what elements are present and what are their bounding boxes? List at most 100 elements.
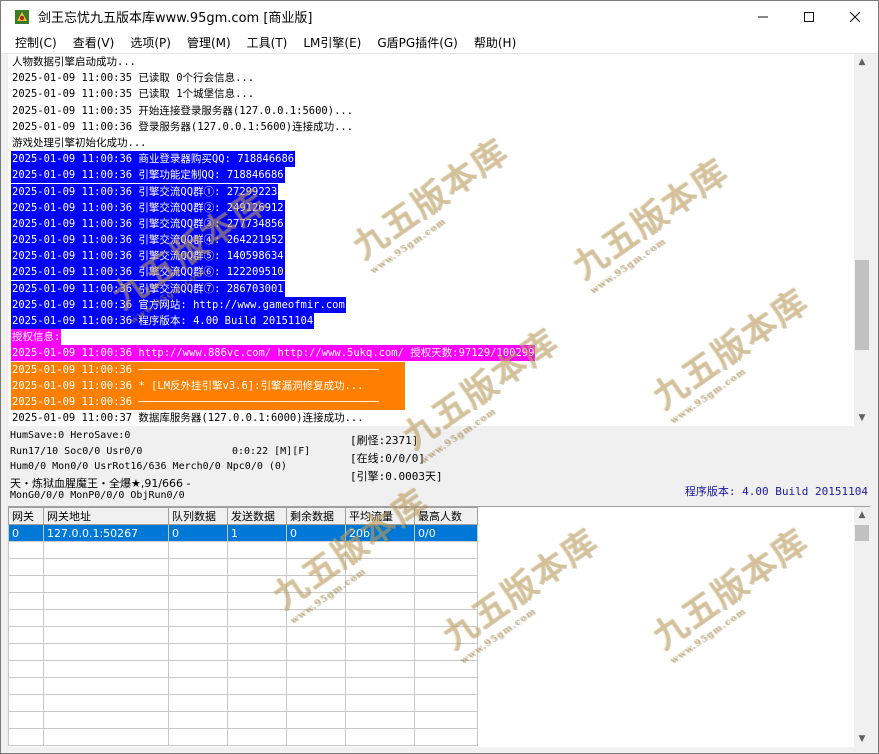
table-cell: 1	[227, 524, 287, 542]
window-title: 剑王忘忧九五版本库www.95gm.com [商业版]	[38, 11, 313, 26]
title-bar[interactable]: 剑王忘忧九五版本库www.95gm.com [商业版]	[1, 1, 878, 32]
log-line: 2025-01-09 11:00:36 http://www.886vc.com…	[11, 345, 856, 362]
menu-options[interactable]: 选项(P)	[122, 34, 179, 51]
maximize-icon	[804, 11, 814, 22]
table-row[interactable]: 0 127.0.0.1:50267 0 1 0 20b 0/0	[8, 524, 478, 542]
column-header[interactable]: 发送数据	[227, 507, 287, 525]
log-panel[interactable]: 人物数据引擎启动成功... 2025-01-09 11:00:35 已读取 0个行…	[8, 54, 870, 426]
grid-scroll-thumb[interactable]	[855, 525, 869, 541]
table-cell	[43, 711, 169, 729]
table-cell	[286, 643, 346, 661]
log-text: 2025-01-09 11:00:35 开始连接登录服务器(127.0.0.1:…	[12, 104, 354, 117]
table-cell	[43, 541, 169, 559]
table-cell	[227, 592, 287, 610]
column-header[interactable]: 队列数据	[168, 507, 228, 525]
log-line: 2025-01-09 11:00:36 ────────────────────…	[11, 393, 856, 410]
scroll-up-icon[interactable]: ▲	[854, 54, 870, 70]
table-cell	[227, 711, 287, 729]
table-cell: 20b	[345, 524, 415, 542]
log-line: 2025-01-09 11:00:36 引擎交流QQ群②: 249126912	[11, 199, 856, 216]
menu-gshield-plugin[interactable]: G盾PG插件(G)	[369, 34, 466, 51]
menu-help[interactable]: 帮助(H)	[466, 34, 524, 51]
table-cell	[227, 541, 287, 559]
log-text: 人物数据引擎启动成功...	[12, 56, 136, 68]
table-cell	[345, 728, 415, 746]
table-cell	[345, 609, 415, 627]
table-cell	[227, 609, 287, 627]
log-line: 2025-01-09 11:00:36 ────────────────────…	[11, 361, 856, 378]
status-uptime: 0:0:22 [M][F]	[232, 446, 311, 457]
column-header[interactable]: 网关	[8, 507, 44, 525]
table-row[interactable]	[8, 541, 478, 559]
close-button[interactable]	[832, 1, 878, 32]
log-line: 2025-01-09 11:00:37 数据库服务器(127.0.0.1:600…	[11, 410, 856, 426]
table-cell	[227, 660, 287, 678]
table-cell	[414, 660, 478, 678]
grid-scroll-down-icon[interactable]: ▼	[854, 731, 870, 747]
table-cell	[8, 694, 44, 712]
column-header[interactable]: 最高人数	[414, 507, 478, 525]
table-cell	[345, 626, 415, 644]
column-header[interactable]: 网关地址	[43, 507, 169, 525]
table-row[interactable]	[8, 592, 478, 610]
table-cell	[286, 677, 346, 695]
table-cell	[8, 541, 44, 559]
table-cell	[168, 541, 228, 559]
menu-lm-engine[interactable]: LM引擎(E)	[295, 34, 369, 51]
menu-manage[interactable]: 管理(M)	[179, 34, 239, 51]
table-cell	[414, 592, 478, 610]
grid-scrollbar[interactable]: ▲ ▼	[854, 507, 870, 747]
table-cell	[286, 728, 346, 746]
table-row[interactable]	[8, 677, 478, 695]
table-cell	[168, 694, 228, 712]
log-text: 2025-01-09 11:00:36 官方网站: http://www.gam…	[11, 296, 346, 313]
status-map: 天・炼狱血腥魔王・全爆★,91/666 -	[10, 477, 191, 490]
menu-view[interactable]: 查看(V)	[65, 34, 123, 51]
table-cell	[8, 677, 44, 695]
table-cell	[345, 575, 415, 593]
table-cell	[345, 541, 415, 559]
menu-tools[interactable]: 工具(T)	[239, 34, 296, 51]
log-line: 2025-01-09 11:00:36 引擎交流QQ群①: 27299223	[11, 183, 856, 200]
grid-scroll-up-icon[interactable]: ▲	[854, 507, 870, 523]
column-header[interactable]: 剩余数据	[286, 507, 346, 525]
maximize-button[interactable]	[786, 1, 832, 32]
table-cell	[286, 660, 346, 678]
table-cell	[286, 541, 346, 559]
table-row[interactable]	[8, 660, 478, 678]
table-row[interactable]	[8, 711, 478, 729]
log-scrollbar[interactable]: ▲ ▼	[854, 54, 870, 426]
table-cell	[286, 694, 346, 712]
table-cell	[8, 728, 44, 746]
status-hum: Hum0/0 Mon0/0 UsrRot16/636 Merch0/0 Npc0…	[10, 461, 287, 472]
table-cell	[8, 643, 44, 661]
table-cell	[227, 728, 287, 746]
monster-count-box: [刷怪:2371]	[350, 434, 419, 447]
table-row[interactable]	[8, 558, 478, 576]
table-cell	[286, 626, 346, 644]
scroll-down-icon[interactable]: ▼	[854, 410, 870, 426]
menu-control[interactable]: 控制(C)	[1, 34, 65, 51]
table-cell	[286, 558, 346, 576]
log-line: 游戏处理引擎初始化成功...	[11, 135, 856, 151]
gateway-grid[interactable]: 网关 网关地址 队列数据 发送数据 剩余数据 平均流量 最高人数 0 127.0.0.1:502…	[8, 506, 870, 747]
table-row[interactable]	[8, 626, 478, 644]
log-text: 授权信息:	[11, 329, 62, 346]
table-cell	[345, 694, 415, 712]
log-line: 2025-01-09 11:00:36 商业登录器购买QQ: 718846686	[11, 151, 856, 168]
log-scroll-thumb[interactable]	[855, 260, 869, 350]
table-cell	[414, 558, 478, 576]
column-header[interactable]: 平均流量	[345, 507, 415, 525]
status-panel: HumSave:0 HeroSave:0 Run17/10 Soc0/0 Usr…	[8, 428, 870, 504]
table-row[interactable]	[8, 694, 478, 712]
log-text: 2025-01-09 11:00:36 ────────────────────…	[11, 361, 405, 378]
log-text: 游戏处理引擎初始化成功...	[12, 136, 147, 149]
minimize-button[interactable]	[740, 1, 786, 32]
table-cell	[8, 626, 44, 644]
table-row[interactable]	[8, 609, 478, 627]
table-row[interactable]	[8, 575, 478, 593]
table-row[interactable]	[8, 643, 478, 661]
table-cell	[43, 558, 169, 576]
table-row[interactable]	[8, 728, 478, 746]
table-cell	[168, 677, 228, 695]
